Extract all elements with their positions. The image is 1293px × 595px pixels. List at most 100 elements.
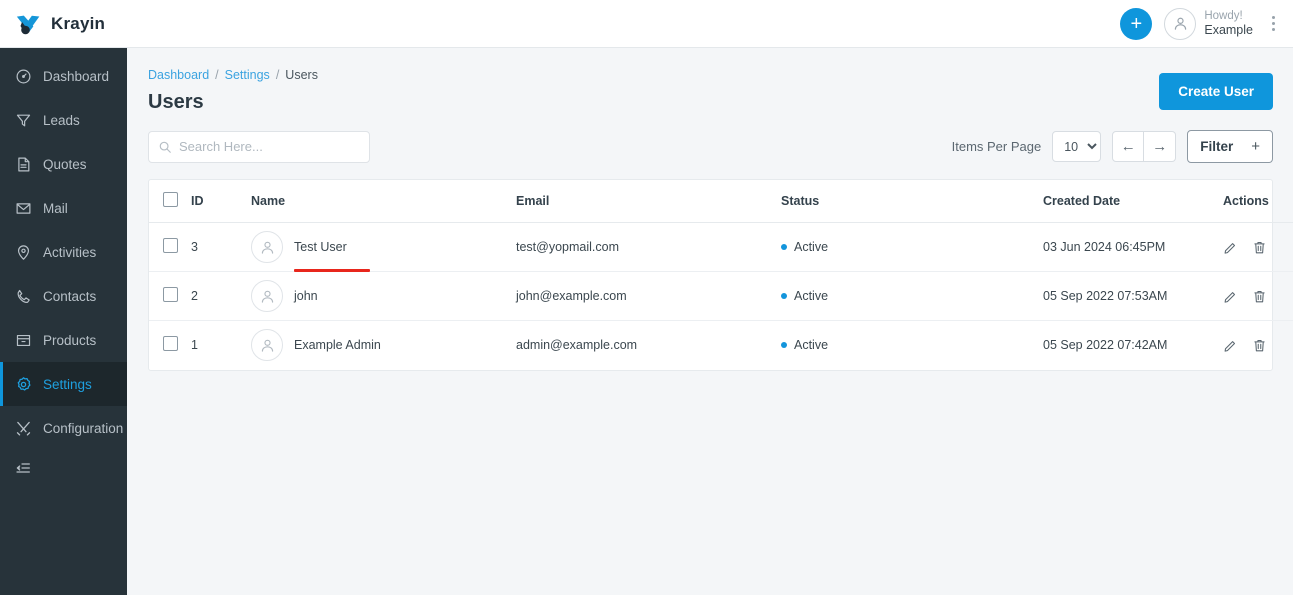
row-checkbox[interactable] [163, 238, 178, 253]
main-content: Dashboard / Settings / Users Users Creat… [127, 48, 1293, 595]
tools-icon [14, 419, 32, 437]
breadcrumb: Dashboard / Settings / Users [148, 68, 1273, 82]
sidebar-item-label: Leads [43, 112, 80, 128]
breadcrumb-dashboard[interactable]: Dashboard [148, 68, 209, 82]
cell-name: Example Admin [251, 321, 516, 370]
user-label: Howdy! Example [1204, 9, 1253, 39]
column-header-actions: Actions [1223, 180, 1293, 223]
gear-icon [14, 375, 32, 393]
column-header-status[interactable]: Status [781, 180, 1043, 223]
create-user-button[interactable]: Create User [1159, 73, 1273, 110]
cell-name: john [251, 271, 516, 321]
cell-created-date: 05 Sep 2022 07:53AM [1043, 271, 1223, 321]
sidebar-item-quotes[interactable]: Quotes [0, 142, 127, 186]
page-header: Users Create User [148, 73, 1273, 114]
cell-actions [1223, 271, 1293, 321]
status-badge: Active [794, 289, 829, 303]
sidebar-item-contacts[interactable]: Contacts [0, 274, 127, 318]
sidebar-item-label: Activities [43, 244, 97, 260]
status-dot-icon [781, 244, 787, 250]
row-select-cell [149, 271, 191, 321]
add-button[interactable]: + [1120, 7, 1153, 40]
column-header-created-date[interactable]: Created Date [1043, 180, 1223, 223]
row-select-cell [149, 321, 191, 370]
breadcrumb-users: Users [285, 68, 318, 82]
column-header-name[interactable]: Name [251, 180, 516, 223]
breadcrumb-separator: / [275, 68, 280, 82]
items-per-page-label: Items Per Page [951, 139, 1042, 154]
sidebar-item-dashboard[interactable]: Dashboard [0, 54, 127, 98]
status-badge: Active [794, 338, 829, 353]
column-header-email[interactable]: Email [516, 180, 781, 223]
row-select-cell [149, 222, 191, 272]
sidebar-item-label: Mail [43, 200, 68, 216]
users-table: ID Name Email Status Created Date Action… [148, 179, 1293, 371]
envelope-icon [14, 199, 32, 217]
pencil-icon[interactable] [1223, 289, 1238, 304]
sidebar-item-leads[interactable]: Leads [0, 98, 127, 142]
annotation-underline [294, 269, 370, 272]
box-icon [14, 331, 32, 349]
table-header-row: ID Name Email Status Created Date Action… [149, 180, 1293, 223]
sidebar-collapse-button[interactable] [0, 450, 127, 490]
cell-created-date: 05 Sep 2022 07:42AM [1043, 338, 1168, 353]
sidebar-item-products[interactable]: Products [0, 318, 127, 362]
cell-email: john@example.com [516, 271, 781, 321]
sidebar-item-label: Quotes [43, 156, 87, 172]
sidebar-item-activities[interactable]: Activities [0, 230, 127, 274]
avatar [251, 231, 283, 263]
user-name-text: john [294, 289, 318, 303]
sidebar-item-label: Configuration [43, 420, 124, 436]
top-header: Krayin + Howdy! Example [0, 0, 1293, 48]
cell-name: Test User [251, 222, 516, 272]
breadcrumb-settings[interactable]: Settings [225, 68, 270, 82]
trash-icon[interactable] [1252, 338, 1267, 353]
sidebar-item-settings[interactable]: Settings [0, 362, 127, 406]
cell-actions [1223, 222, 1293, 272]
column-header-id[interactable]: ID [191, 180, 251, 223]
sidebar: Dashboard Leads Quotes Mail Activities C… [0, 48, 127, 595]
trash-icon[interactable] [1252, 289, 1267, 304]
filter-label: Filter [1200, 139, 1234, 154]
krayin-logo-icon [16, 13, 42, 35]
pencil-icon[interactable] [1223, 240, 1238, 255]
cell-email: admin@example.com [516, 338, 638, 353]
cell-id: 3 [191, 222, 251, 272]
filter-button[interactable]: Filter + [1187, 130, 1273, 163]
more-options-icon[interactable] [1265, 10, 1281, 38]
brand-name: Krayin [51, 13, 106, 33]
brand-logo[interactable]: Krayin [0, 13, 127, 35]
collapse-sidebar-icon [14, 460, 32, 481]
status-badge: Active [794, 240, 829, 254]
select-all-checkbox[interactable] [163, 192, 178, 207]
items-per-page-select[interactable]: 10 [1052, 131, 1102, 162]
breadcrumb-separator: / [215, 68, 219, 82]
row-checkbox[interactable] [163, 336, 178, 352]
table-row[interactable]: 2 john john@example.com Active 05 Sep 20… [149, 271, 1293, 321]
sidebar-item-label: Settings [43, 376, 92, 392]
user-menu[interactable]: Howdy! Example [1164, 7, 1253, 40]
header-actions: + Howdy! Example [1120, 7, 1293, 40]
cell-actions [1223, 321, 1293, 370]
map-pin-icon [14, 243, 32, 261]
sidebar-item-mail[interactable]: Mail [0, 186, 127, 230]
username-text: Example [1204, 22, 1253, 37]
pagination: ← → [1112, 131, 1177, 162]
phone-icon [14, 287, 32, 305]
next-page-button[interactable]: → [1144, 131, 1177, 162]
trash-icon[interactable] [1252, 240, 1267, 255]
table-toolbar: Items Per Page 10 ← → Filter + [148, 130, 1273, 163]
user-name-text: Test User [294, 240, 347, 254]
previous-page-button[interactable]: ← [1112, 131, 1145, 162]
table-row[interactable]: 3 Test User test@yopmail.com Active 03 J… [149, 222, 1293, 272]
cell-status: Active [781, 321, 1043, 370]
table-row[interactable]: 1 Example Admin admin@example.com Active… [149, 321, 1293, 370]
document-icon [14, 155, 32, 173]
row-checkbox[interactable] [163, 287, 178, 302]
search-input[interactable] [179, 131, 369, 162]
status-dot-icon [781, 293, 787, 299]
search-box[interactable] [148, 130, 370, 163]
select-all-header [149, 180, 191, 223]
pencil-icon[interactable] [1223, 338, 1238, 353]
sidebar-item-configuration[interactable]: Configuration [0, 406, 127, 450]
